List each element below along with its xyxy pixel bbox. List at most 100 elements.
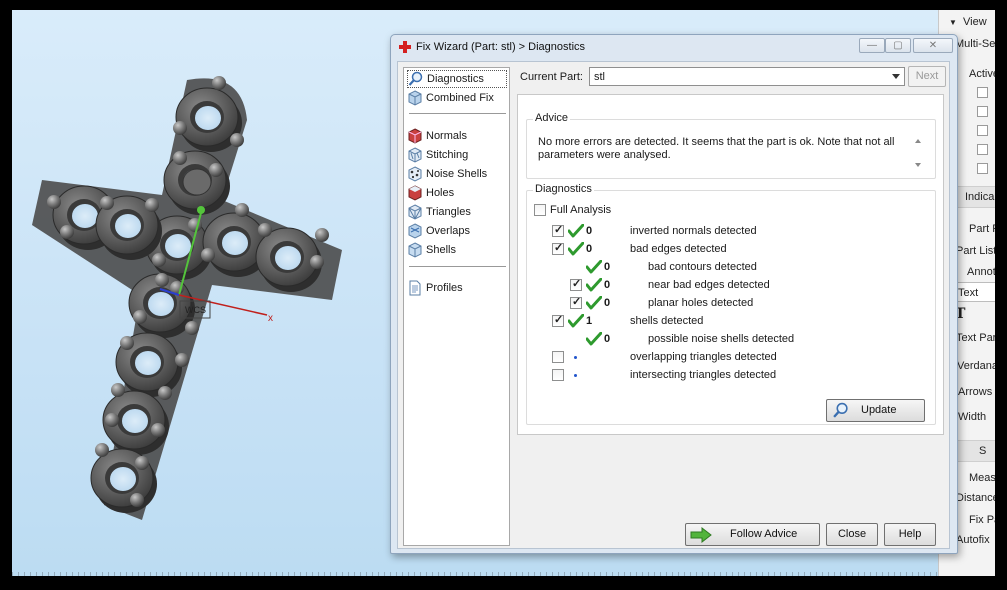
nav-item-overlaps[interactable]: Overlaps	[407, 222, 507, 240]
active-checkbox-3[interactable]	[977, 125, 988, 136]
diagnostic-count: 0	[586, 243, 593, 255]
diagnostic-checkbox[interactable]	[552, 241, 564, 255]
diagnostic-text: bad contours detected	[648, 261, 757, 273]
next-button[interactable]: Next	[908, 66, 946, 87]
nav-item-triangles[interactable]: Triangles	[407, 203, 507, 221]
part-p-label[interactable]: Part P	[969, 223, 995, 235]
advice-scroll-up[interactable]	[915, 139, 921, 143]
full-analysis-label: Full Analysis	[550, 204, 612, 216]
active-checkbox-2[interactable]	[977, 106, 988, 117]
holes-cube-icon	[408, 185, 422, 201]
nav-separator	[409, 113, 506, 114]
update-label: Update	[861, 404, 897, 416]
magnifier-icon	[833, 402, 848, 418]
nav-item-diagnostics[interactable]: Diagnostics	[407, 70, 507, 88]
active-checkbox-1[interactable]	[977, 87, 988, 98]
active-label: Active	[969, 68, 995, 80]
diagnostic-text: intersecting triangles detected	[630, 369, 777, 381]
diagnostic-checkbox[interactable]	[552, 351, 564, 363]
dialog-titlebar[interactable]: Fix Wizard (Part: stl) > Diagnostics — ▢…	[391, 35, 957, 59]
green-check-icon	[586, 332, 602, 346]
nav-label-diagnostics: Diagnostics	[427, 73, 484, 85]
nav-label-triangles: Triangles	[426, 206, 471, 218]
diagnostic-text: bad edges detected	[630, 243, 727, 255]
advice-label: Advice	[533, 112, 571, 124]
fix-wizard-dialog: Fix Wizard (Part: stl) > Diagnostics — ▢…	[390, 34, 958, 554]
status-dot-icon	[574, 356, 577, 359]
view-header[interactable]: ▼ View	[949, 16, 987, 28]
nav-item-noise-shells[interactable]: Noise Shells	[407, 165, 507, 183]
text-params-label: Text Para	[956, 332, 995, 344]
distance-label[interactable]: Distance	[956, 492, 995, 504]
magnifier-icon	[408, 71, 423, 86]
dialog-body: Diagnostics Combined Fix Normals Stitchi…	[397, 61, 950, 549]
follow-advice-button[interactable]: Follow Advice	[685, 523, 820, 546]
close-button[interactable]: Close	[826, 523, 878, 546]
font-value[interactable]: Verdana	[957, 360, 995, 372]
update-button[interactable]: Update	[826, 399, 925, 422]
diagnostics-label: Diagnostics	[533, 183, 594, 195]
diagnostic-text: planar holes detected	[648, 297, 754, 309]
diagnostic-count: 0	[604, 297, 611, 309]
nav-label-overlaps: Overlaps	[426, 225, 471, 237]
x-axis-label: x	[268, 313, 273, 324]
part-list-label[interactable]: Part List	[956, 245, 995, 257]
arrows-label[interactable]: Arrows	[958, 386, 992, 398]
diagnostic-count: 0	[604, 279, 611, 291]
nav-item-profiles[interactable]: Profiles	[407, 279, 507, 297]
measure-label[interactable]: Meas	[969, 472, 995, 484]
green-check-icon	[568, 242, 584, 256]
diagnostic-checkbox[interactable]	[552, 223, 564, 237]
help-button[interactable]: Help	[884, 523, 936, 546]
nav-label-normals: Normals	[426, 130, 467, 142]
content-panel: Advice No more errors are detected. It s…	[517, 94, 944, 435]
normals-cube-icon	[408, 128, 422, 144]
diagnostic-checkbox[interactable]	[570, 295, 582, 309]
follow-advice-label: Follow Advice	[730, 528, 798, 540]
nav-item-stitching[interactable]: Stitching	[407, 146, 507, 164]
annot-label[interactable]: Annot	[967, 266, 995, 278]
viewport-ruler	[12, 572, 938, 576]
minimize-button[interactable]: —	[859, 38, 885, 53]
advice-scroll-down[interactable]	[915, 163, 921, 167]
nav-label-profiles: Profiles	[426, 282, 463, 294]
diagnostic-checkbox[interactable]	[552, 369, 564, 381]
full-analysis-checkbox[interactable]	[534, 204, 546, 216]
green-check-icon	[568, 314, 584, 328]
diagnostic-count: 0	[604, 261, 611, 273]
nav-separator	[409, 266, 506, 267]
active-checkbox-5[interactable]	[977, 163, 988, 174]
nav-item-combined-fix[interactable]: Combined Fix	[407, 89, 507, 107]
document-icon	[409, 280, 421, 296]
nav-item-holes[interactable]: Holes	[407, 184, 507, 202]
shells-cube-icon	[408, 242, 422, 258]
diagnostic-count: 1	[586, 315, 593, 327]
autofix-label[interactable]: Autofix	[956, 534, 990, 546]
noise-shells-icon	[408, 166, 422, 182]
overlaps-cube-icon	[408, 223, 422, 239]
wcs-label: WCS	[185, 305, 206, 315]
nav-label-shells: Shells	[426, 244, 456, 256]
stitching-cube-icon	[408, 147, 422, 163]
fix-parts-label[interactable]: Fix Pa	[969, 514, 995, 526]
diagnostic-text: possible noise shells detected	[648, 333, 795, 345]
diagnostic-text: inverted normals detected	[630, 225, 757, 237]
multi-select-item[interactable]: Multi-Se	[955, 38, 995, 50]
wizard-nav-list: Diagnostics Combined Fix Normals Stitchi…	[403, 67, 510, 546]
viewport[interactable]: x WCS ▼ View Multi-Se Active Indica Part…	[12, 10, 995, 576]
diagnostic-checkbox[interactable]	[552, 313, 564, 327]
status-dot-icon	[574, 374, 577, 377]
close-window-button[interactable]: ✕	[913, 38, 953, 53]
active-checkbox-4[interactable]	[977, 144, 988, 155]
maximize-button[interactable]: ▢	[885, 38, 911, 53]
diagnostic-count: 0	[604, 333, 611, 345]
diagnostic-checkbox[interactable]	[570, 277, 582, 291]
chevron-down-icon	[892, 74, 900, 79]
current-part-select[interactable]: stl	[589, 67, 905, 86]
width-label[interactable]: Width	[958, 411, 986, 423]
nav-item-shells[interactable]: Shells	[407, 241, 507, 259]
axis-gizmo	[159, 206, 268, 319]
red-cross-icon	[399, 41, 411, 53]
nav-item-normals[interactable]: Normals	[407, 127, 507, 145]
nav-label-holes: Holes	[426, 187, 455, 199]
